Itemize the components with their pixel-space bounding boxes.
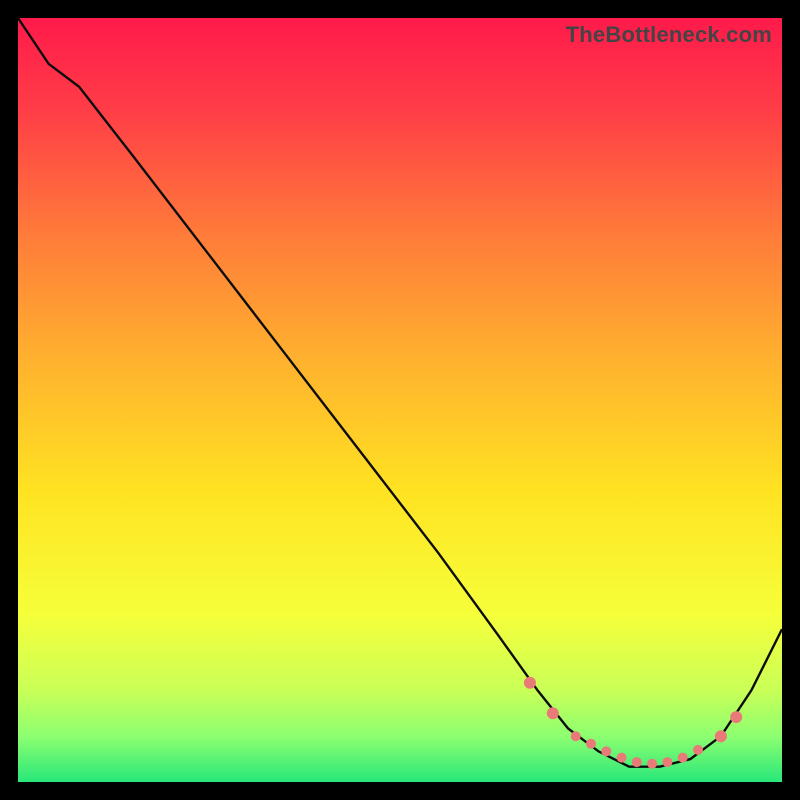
marker-dot xyxy=(730,711,742,723)
marker-dot xyxy=(647,759,657,769)
marker-dot xyxy=(586,739,596,749)
watermark-label: TheBottleneck.com xyxy=(566,22,772,48)
marker-dot xyxy=(662,757,672,767)
chart-container: TheBottleneck.com xyxy=(0,0,800,800)
gradient-background xyxy=(18,18,782,782)
chart-svg xyxy=(18,18,782,782)
marker-dot xyxy=(601,746,611,756)
plot-area: TheBottleneck.com xyxy=(18,18,782,782)
marker-dot xyxy=(715,730,727,742)
marker-dot xyxy=(617,753,627,763)
marker-dot xyxy=(547,707,559,719)
marker-dot xyxy=(678,753,688,763)
marker-dot xyxy=(693,745,703,755)
marker-dot xyxy=(571,731,581,741)
marker-dot xyxy=(632,757,642,767)
marker-dot xyxy=(524,677,536,689)
